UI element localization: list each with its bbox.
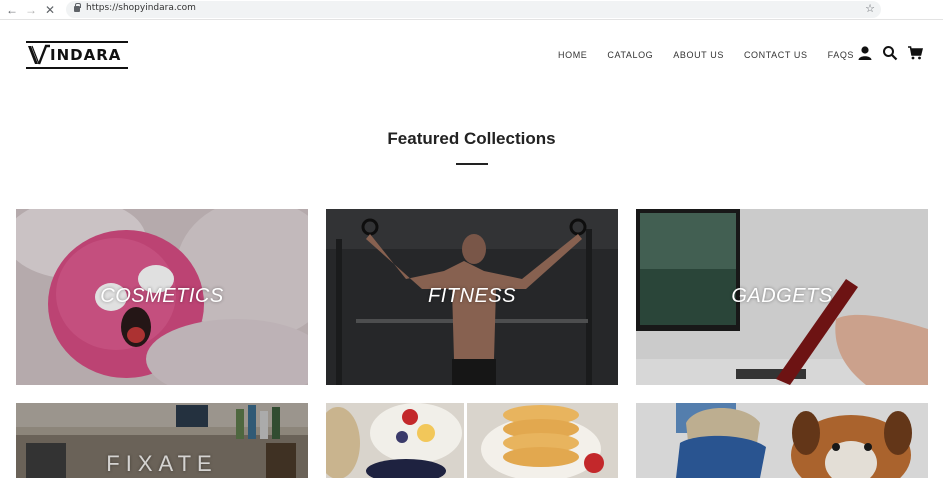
address-bar-url[interactable]: https://shopyindara.com [86,3,196,13]
logo-text: INDARA [50,46,122,64]
nav-home[interactable]: HOME [558,50,587,60]
collection-tile-5[interactable] [326,403,618,478]
collection-label-cosmetics: COSMETICS [100,285,224,307]
collection-label-fitness: FITNESS [428,285,516,307]
main-navigation: HOME CATALOG ABOUT US CONTACT US FAQS [558,50,874,60]
nav-catalog[interactable]: CATALOG [607,50,653,60]
collection-label-gadgets: GADGETS [731,285,833,307]
browser-toolbar: ← → ✕ https://shopyindara.com ☆ [0,0,943,20]
collection-tile-fitness[interactable]: FITNESS [326,209,618,385]
cart-icon[interactable] [907,45,923,61]
back-arrow-icon[interactable]: ← [4,2,20,18]
title-divider [456,163,488,165]
pets-image [636,403,928,478]
food-image [326,403,618,478]
search-icon[interactable] [882,45,898,61]
collection-tile-gadgets[interactable]: GADGETS [636,209,928,385]
nav-about-us[interactable]: ABOUT US [673,50,724,60]
nav-contact-us[interactable]: CONTACT US [744,50,808,60]
logo-mark-icon [28,44,50,65]
collection-tile-fixate[interactable]: FIXATE [16,403,308,478]
forward-arrow-icon[interactable]: → [23,2,39,18]
site-header: INDARA HOME CATALOG ABOUT US CONTACT US … [0,21,943,91]
collection-tile-6[interactable] [636,403,928,478]
bookmark-star-icon[interactable]: ☆ [865,2,875,15]
account-icon[interactable] [857,45,873,61]
collection-tile-cosmetics[interactable]: COSMETICS [16,209,308,385]
lock-icon [74,3,81,12]
site-logo[interactable]: INDARA [26,41,128,69]
collection-label-fixate: FIXATE [106,451,218,476]
nav-faqs[interactable]: FAQS [828,50,854,60]
address-bar[interactable]: https://shopyindara.com ☆ [66,1,881,18]
stop-loading-icon[interactable]: ✕ [42,2,58,18]
featured-collections-title: Featured Collections [387,129,556,148]
